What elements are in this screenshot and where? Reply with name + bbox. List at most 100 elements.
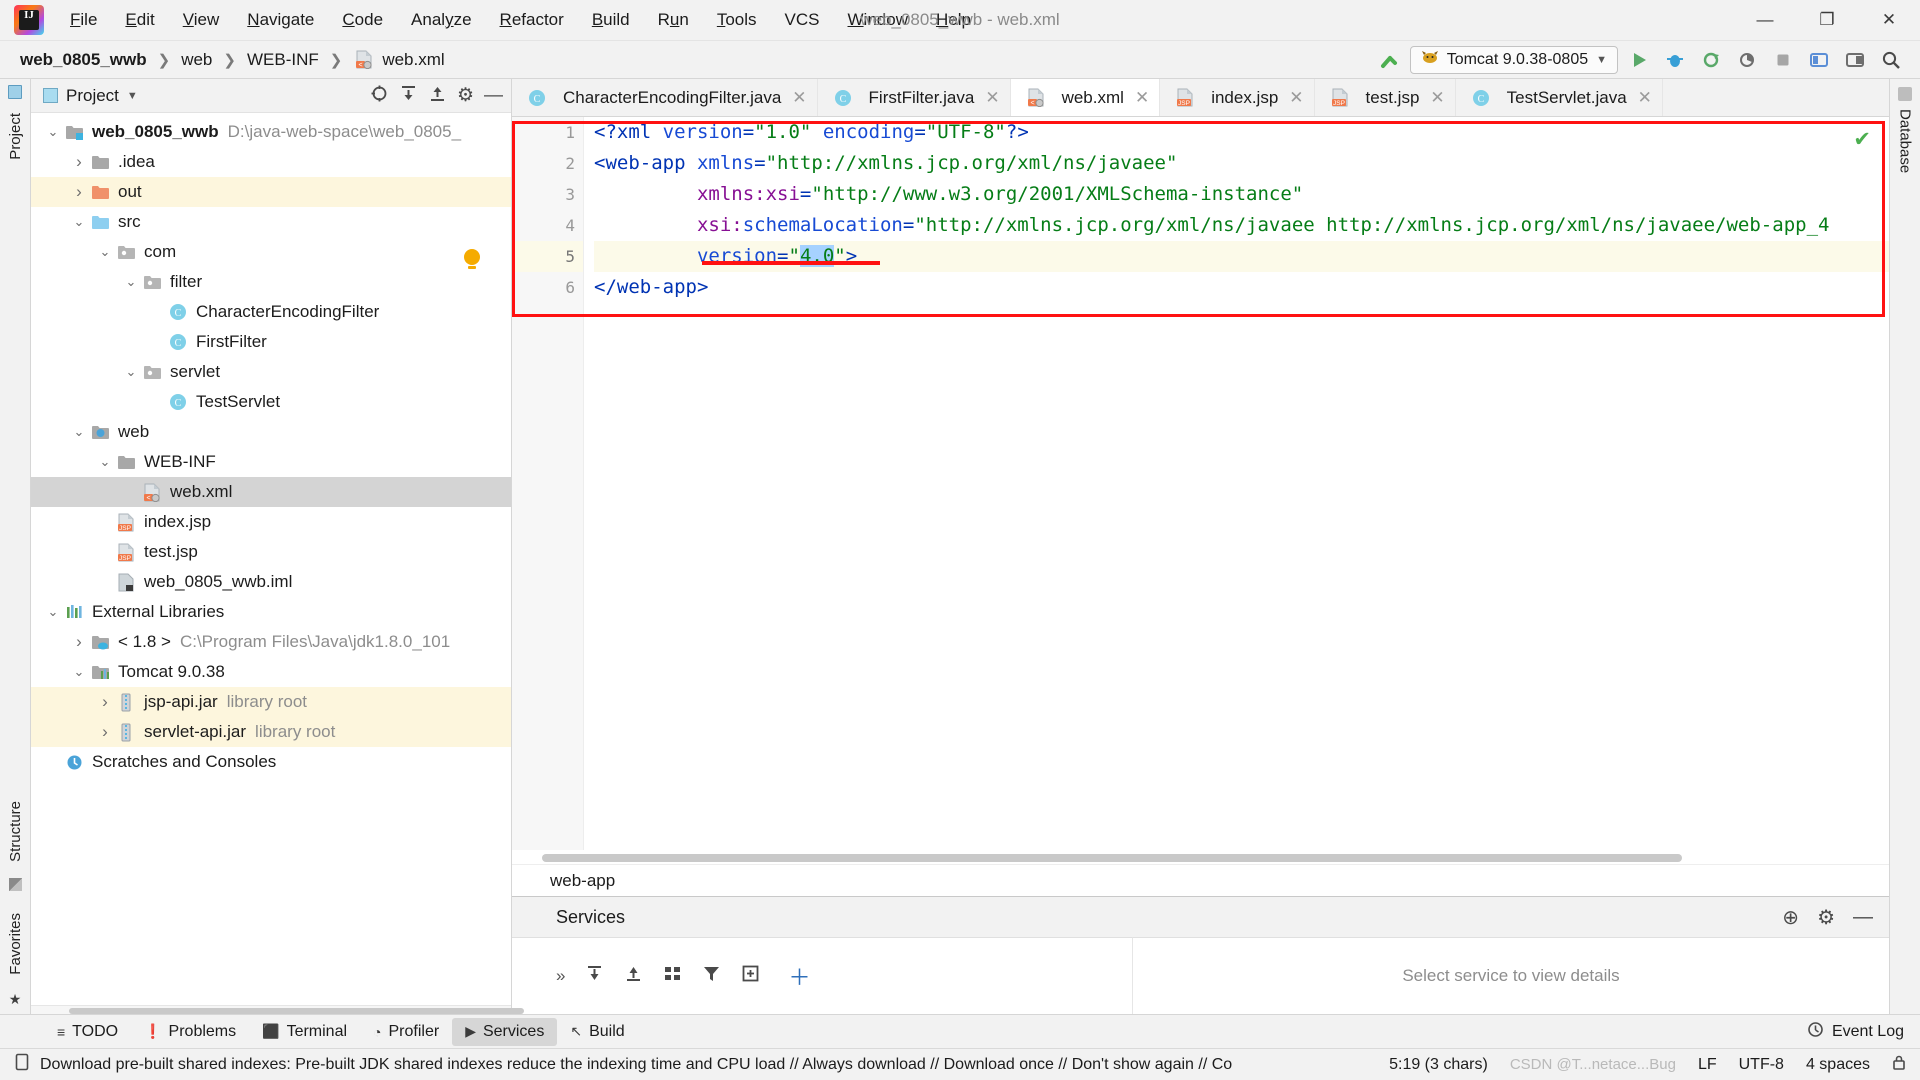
tree-node[interactable]: JSPtest.jsp (31, 537, 511, 567)
event-log-label[interactable]: Event Log (1832, 1023, 1904, 1041)
profile-button[interactable] (1732, 46, 1762, 74)
editor-tab-firstfilter-java[interactable]: CFirstFilter.java✕ (818, 79, 1011, 116)
tree-node[interactable]: ›jsp-api.jarlibrary root (31, 687, 511, 717)
menu-item-edit[interactable]: Edit (111, 6, 168, 34)
run-button[interactable] (1624, 46, 1654, 74)
collapse-all-icon[interactable] (624, 964, 643, 988)
code-line[interactable]: <web-app xmlns="http://xmlns.jcp.org/xml… (594, 148, 1889, 179)
project-horizontal-scrollbar[interactable] (31, 1005, 511, 1014)
tree-node[interactable]: ⌄src (31, 207, 511, 237)
close-icon[interactable]: ✕ (1289, 88, 1303, 108)
chevron-right-icon[interactable]: › (69, 152, 89, 172)
search-everywhere-icon[interactable] (1876, 46, 1906, 74)
editor-tab-test-jsp[interactable]: JSPtest.jsp✕ (1315, 79, 1456, 116)
tool-window-button-profiler[interactable]: ◔Profiler (360, 1018, 452, 1046)
tree-node[interactable]: CTestServlet (31, 387, 511, 417)
editor-tab-characterencodingfilter-java[interactable]: CCharacterEncodingFilter.java✕ (512, 79, 818, 116)
chevron-right-icon[interactable]: › (69, 632, 89, 652)
tree-node[interactable]: <web.xml (31, 477, 511, 507)
tool-window-button-build[interactable]: ↖Build (557, 1018, 637, 1046)
lock-icon[interactable] (1892, 1054, 1906, 1076)
tree-node[interactable]: ⌄External Libraries (31, 597, 511, 627)
settings-gear-icon[interactable]: ⚙ (1817, 905, 1835, 930)
chevron-down-icon[interactable]: ⌄ (95, 244, 115, 260)
breadcrumb-item-web-0805-wwb[interactable]: web_0805_wwb (16, 48, 151, 72)
menu-item-file[interactable]: File (56, 6, 111, 34)
tool-window-button-problems[interactable]: ❗Problems (131, 1018, 249, 1046)
breadcrumb-item-web-xml[interactable]: <web.xml (349, 48, 448, 72)
editor-horizontal-scrollbar[interactable] (512, 850, 1889, 864)
menu-item-view[interactable]: View (169, 6, 234, 34)
locate-icon[interactable] (370, 84, 389, 108)
tree-node[interactable]: CCharacterEncodingFilter (31, 297, 511, 327)
status-message[interactable]: Download pre-built shared indexes: Pre-b… (40, 1056, 1232, 1074)
indent-setting[interactable]: 4 spaces (1806, 1056, 1870, 1074)
chevron-right-icon[interactable]: › (95, 692, 115, 712)
chevron-right-icon[interactable]: › (95, 722, 115, 742)
menu-item-code[interactable]: Code (328, 6, 397, 34)
intention-bulb-icon[interactable] (464, 249, 480, 265)
menu-item-run[interactable]: Run (644, 6, 703, 34)
chevron-down-icon[interactable]: ⌄ (43, 124, 63, 140)
close-icon[interactable]: ✕ (792, 88, 806, 108)
filter-icon[interactable] (702, 964, 721, 988)
menu-item-vcs[interactable]: VCS (771, 6, 834, 34)
tree-node[interactable]: ⌄filter (31, 267, 511, 297)
tree-node[interactable]: CFirstFilter (31, 327, 511, 357)
tree-node[interactable]: ⌄web_0805_wwbD:\java-web-space\web_0805_ (31, 117, 511, 147)
tree-node[interactable]: JSPindex.jsp (31, 507, 511, 537)
maximize-button[interactable]: ❐ (1796, 0, 1858, 41)
run-with-coverage-button[interactable] (1696, 46, 1726, 74)
rail-item-project[interactable]: Project (7, 107, 24, 166)
hide-panel-icon[interactable]: — (1853, 906, 1873, 929)
close-icon[interactable]: ✕ (1135, 88, 1149, 108)
add-tab-icon[interactable] (741, 964, 760, 988)
editor-code[interactable]: <?xml version="1.0" encoding="UTF-8"?><w… (584, 117, 1889, 850)
minimize-button[interactable]: — (1734, 0, 1796, 41)
chevron-down-icon[interactable]: ▼ (127, 90, 138, 102)
hide-panel-icon[interactable]: — (484, 85, 503, 107)
close-icon[interactable]: ✕ (1638, 88, 1652, 108)
code-line[interactable]: xmlns:xsi="http://www.w3.org/2001/XMLSch… (594, 179, 1889, 210)
tree-node[interactable]: ⌄web (31, 417, 511, 447)
add-service-icon[interactable]: ⊕ (1782, 905, 1799, 930)
menu-item-navigate[interactable]: Navigate (233, 6, 328, 34)
chevron-right-icon[interactable]: › (69, 182, 89, 202)
group-icon[interactable] (663, 964, 682, 988)
settings-gear-icon[interactable]: ⚙ (457, 84, 474, 107)
file-encoding[interactable]: UTF-8 (1739, 1056, 1784, 1074)
updates-icon[interactable] (1804, 46, 1834, 74)
editor-tab-web-xml[interactable]: <web.xml✕ (1011, 79, 1161, 116)
line-separator[interactable]: LF (1698, 1056, 1717, 1074)
project-tree[interactable]: ⌄web_0805_wwbD:\java-web-space\web_0805_… (31, 113, 511, 1005)
chevron-down-icon[interactable]: ⌄ (69, 664, 89, 680)
tree-node[interactable]: ⌄servlet (31, 357, 511, 387)
tree-node[interactable]: ›out (31, 177, 511, 207)
tree-node[interactable]: ⌄WEB-INF (31, 447, 511, 477)
tool-window-button-services[interactable]: ▶Services (452, 1018, 557, 1046)
rail-item-database[interactable]: Database (1897, 109, 1914, 173)
chevron-down-icon[interactable]: ⌄ (121, 274, 141, 290)
chevron-down-icon[interactable]: ▼ (1596, 54, 1607, 66)
chevron-down-icon[interactable]: ⌄ (121, 364, 141, 380)
add-service-plus-icon[interactable]: ＋ (788, 960, 810, 992)
close-icon[interactable]: ✕ (985, 88, 999, 108)
breadcrumb-item-web-inf[interactable]: WEB-INF (243, 48, 323, 72)
menu-item-build[interactable]: Build (578, 6, 644, 34)
rail-item-structure[interactable]: Structure (7, 795, 24, 868)
collapse-all-icon[interactable] (428, 84, 447, 108)
breadcrumb-item-web[interactable]: web (177, 48, 216, 72)
tree-node[interactable]: web_0805_wwb.iml (31, 567, 511, 597)
debug-button[interactable] (1660, 46, 1690, 74)
tree-node[interactable]: ⌄com (31, 237, 511, 267)
caret-position[interactable]: 5:19 (3 chars) (1389, 1056, 1488, 1074)
expand-all-icon[interactable] (585, 964, 604, 988)
tool-window-button-terminal[interactable]: ⬛Terminal (249, 1018, 360, 1046)
menu-item-window[interactable]: Window (834, 6, 922, 34)
menu-item-help[interactable]: Help (922, 6, 985, 34)
services-overflow-icon[interactable]: » (556, 966, 565, 986)
code-line[interactable]: </web-app> (594, 272, 1889, 303)
tree-node[interactable]: Scratches and Consoles (31, 747, 511, 777)
editor-tab-index-jsp[interactable]: JSPindex.jsp✕ (1160, 79, 1314, 116)
stop-button[interactable] (1768, 46, 1798, 74)
